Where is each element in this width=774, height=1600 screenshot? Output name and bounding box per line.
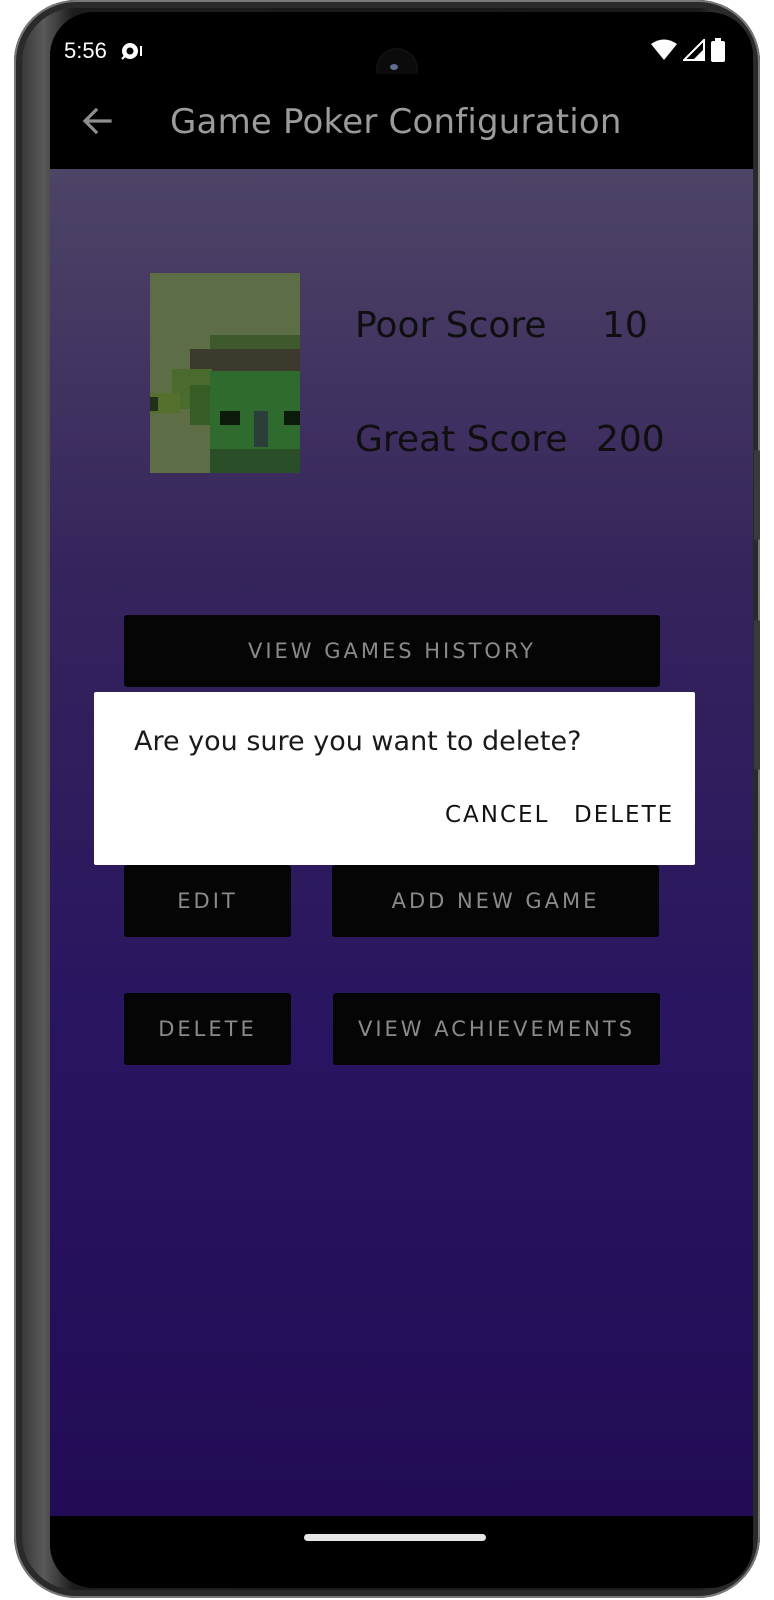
power-button — [754, 620, 760, 770]
device-frame: 5:56 Game Poker Configuration Poor Score… — [14, 0, 760, 1598]
phone-screen: 5:56 Game Poker Configuration Poor Score… — [50, 12, 753, 1588]
navigation-bar — [50, 1516, 753, 1588]
home-gesture-handle[interactable] — [304, 1534, 486, 1541]
dialog-delete-button[interactable]: DELETE — [574, 802, 674, 828]
dialog-cancel-button[interactable]: CANCEL — [445, 802, 549, 828]
dialog-message: Are you sure you want to delete? — [134, 726, 582, 757]
volume-button — [754, 450, 760, 540]
confirm-delete-dialog: Are you sure you want to delete? CANCEL … — [94, 692, 695, 865]
